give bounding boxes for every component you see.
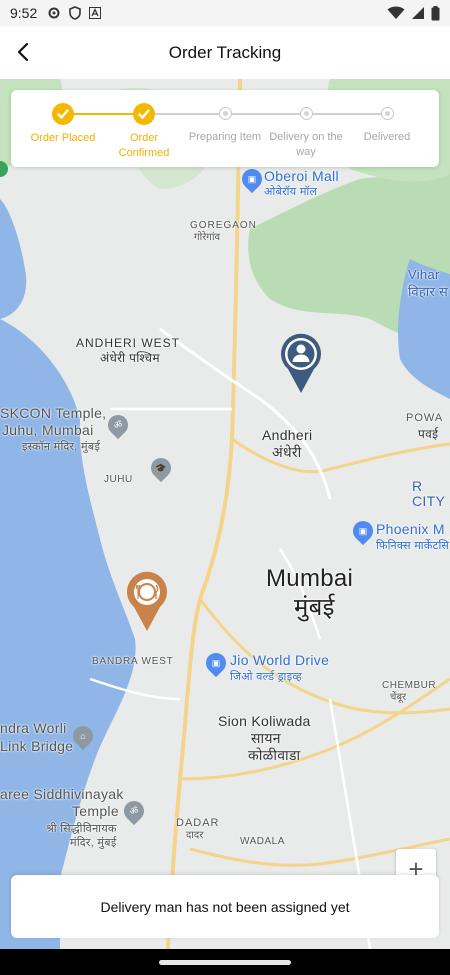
label-andheri-hi: अंधेरी — [272, 444, 302, 460]
label-mumbai-hi: मुंबई — [294, 594, 335, 621]
step-label: Order Confirmed — [118, 132, 170, 159]
delivery-status-card: Delivery man has not been assigned yet — [11, 875, 439, 938]
delivery-status-message: Delivery man has not been assigned yet — [100, 898, 350, 915]
label-iskcon-hi: इस्कॉन मंदिर, मुंबई — [22, 441, 101, 453]
step-label: Order Placed — [30, 132, 96, 144]
pending-dot-icon — [380, 107, 394, 120]
label-oberoi: Oberoi Mall — [264, 168, 339, 184]
home-gesture-handle[interactable] — [159, 959, 291, 965]
label-chembur-hi: चेंबूर — [390, 692, 407, 703]
label-juhu: JUHU — [104, 474, 133, 485]
label-phoenix-hi: फिनिक्स मार्केटसि — [376, 540, 450, 552]
arrow-back-icon — [17, 42, 29, 62]
step-preparing-item: Preparing Item — [183, 90, 267, 145]
label-andheri-west-hi: अंधेरी पश्चिम — [100, 351, 160, 365]
pending-dot-icon — [218, 107, 232, 120]
label-andheri-west: ANDHERI WEST — [76, 336, 181, 350]
label-wadala: WADALA — [240, 836, 285, 847]
label-siddhi-line2: Temple — [72, 803, 119, 819]
label-andheri: Andheri — [262, 427, 313, 443]
label-mumbai: Mumbai — [266, 565, 354, 592]
step-label: Delivered — [363, 131, 411, 143]
label-iskcon-line2: Juhu, Mumbai — [2, 422, 94, 438]
label-iskcon-line1: SKCON Temple, — [0, 405, 107, 421]
settings-icon — [48, 7, 60, 19]
label-jio-hi: जिओ वर्ल्ड ड्राइव्ह — [230, 671, 303, 683]
label-goregaon: GOREGAON — [190, 220, 257, 231]
order-status-stepper: Order Placed Order Confirmed Preparing I… — [11, 90, 439, 167]
label-sion-hi-2: कोळीवाडा — [248, 747, 301, 763]
shield-icon — [69, 6, 82, 20]
status-time: 9:52 — [10, 5, 38, 21]
label-jio: Jio World Drive — [230, 652, 330, 668]
status-bar: 9:52 — [0, 0, 450, 26]
label-dadar-hi: दादर — [186, 830, 204, 841]
battery-icon — [431, 5, 440, 20]
map-base — [0, 79, 450, 949]
app-notification-icon — [89, 7, 102, 19]
step-delivery-on-the-way: Delivery on the way — [264, 90, 348, 160]
step-label: Preparing Item — [188, 131, 262, 143]
label-vihar-hi: विहार स — [408, 284, 449, 299]
signal-icon — [412, 7, 424, 19]
step-delivered: Delivered — [345, 90, 429, 145]
label-powai-hi: पवई — [418, 427, 439, 441]
wifi-icon — [387, 6, 405, 19]
label-r-city: R CITY — [412, 478, 446, 509]
check-icon — [133, 103, 155, 125]
back-button[interactable] — [10, 38, 38, 66]
check-icon — [52, 103, 74, 125]
label-sion-hi-1: सायन — [251, 730, 281, 746]
label-powai: POWA — [406, 412, 444, 424]
label-sion: Sion Koliwada — [218, 713, 311, 729]
step-order-confirmed: Order Confirmed — [102, 90, 186, 161]
label-siddhi-hi-1: श्री सिद्धीविनायक — [46, 823, 117, 835]
restaurant-location-marker[interactable] — [126, 571, 168, 633]
label-phoenix: Phoenix M — [376, 521, 445, 537]
customer-location-marker[interactable] — [280, 333, 322, 395]
step-label: Delivery on the way — [269, 131, 343, 158]
label-worli-line2: Link Bridge — [0, 738, 74, 754]
label-bandra-west: BANDRA WEST — [92, 656, 174, 667]
label-dadar: DADAR — [176, 817, 220, 829]
page-title: Order Tracking — [168, 42, 282, 62]
app-bar: Order Tracking — [0, 26, 450, 79]
label-goregaon-hi: गोरेगांव — [194, 232, 221, 243]
label-siddhi-hi-2: मंदिर, मुंबई — [70, 837, 117, 849]
system-navigation-bar — [0, 949, 450, 975]
label-siddhi-line1: aree Siddhivinayak — [0, 786, 124, 802]
pending-dot-icon — [299, 107, 313, 120]
label-worli-line1: ndra Worli — [0, 720, 67, 736]
label-oberoi-hi: ओबेरॉय मॉल — [264, 186, 318, 198]
map-view[interactable]: ▣ Oberoi Mall ओबेरॉय मॉल GOREGAON गोरेगा… — [0, 79, 450, 949]
label-chembur: CHEMBUR — [382, 680, 437, 691]
step-order-placed: Order Placed — [21, 90, 105, 146]
